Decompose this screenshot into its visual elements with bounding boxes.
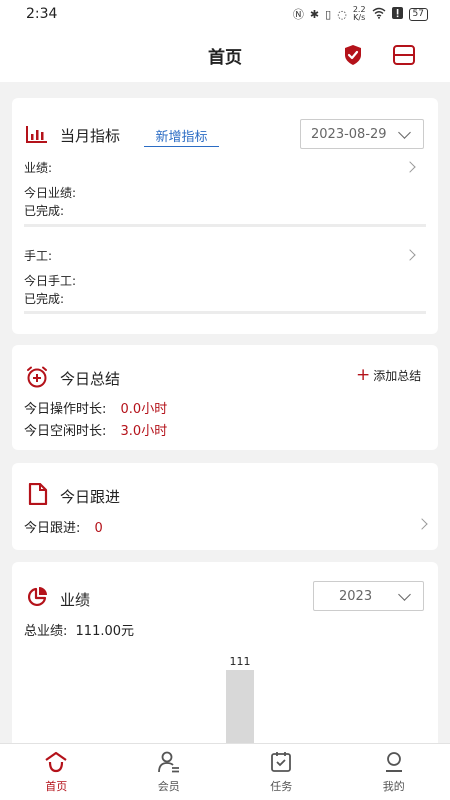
- date-selector[interactable]: 2023-08-29: [300, 119, 424, 149]
- chevron-right-icon: [404, 161, 416, 173]
- divider: [24, 311, 426, 314]
- scan-icon[interactable]: [392, 43, 416, 67]
- manual-label: 手工:: [24, 249, 53, 263]
- battery-indicator: 57: [408, 7, 428, 21]
- op-time-value: 0.0小时: [120, 402, 168, 417]
- sales-total-value: 111.00元: [75, 624, 135, 639]
- bar-chart-icon: [26, 125, 48, 147]
- op-time-row: 今日操作时长: 0.0小时: [24, 398, 167, 417]
- alert-icon: [391, 6, 403, 22]
- followup-count-label: 今日跟进:: [24, 521, 81, 536]
- alarm-clock-icon: [25, 365, 49, 393]
- followup-count-value: 0: [94, 521, 103, 536]
- sales-bar-label: 111: [230, 655, 251, 668]
- sales-bar: [226, 670, 254, 752]
- add-summary-button[interactable]: + 添加总结: [356, 367, 421, 384]
- manual-row[interactable]: 手工:: [12, 241, 438, 267]
- metrics-card: 当月指标 新增指标 2023-08-29 业绩: 今日业绩: 已完成: 手工: …: [12, 98, 438, 334]
- tab-task[interactable]: 任务: [225, 744, 338, 800]
- tab-home[interactable]: 首页: [0, 744, 113, 800]
- member-icon: [157, 751, 179, 772]
- sales-total-row: 总业绩: 111.00元: [24, 620, 134, 639]
- vibrate-icon: ▯: [325, 7, 332, 21]
- profile-icon: [385, 751, 402, 772]
- op-time-label: 今日操作时长:: [24, 402, 107, 417]
- tab-label: 我的: [382, 779, 405, 793]
- performance-row[interactable]: 业绩:: [12, 153, 438, 179]
- network-speed: 2.2 K/s: [352, 5, 366, 22]
- document-icon: [28, 482, 48, 509]
- chevron-right-icon: [416, 518, 428, 530]
- followup-title: 今日跟进: [60, 488, 121, 506]
- bluetooth-icon: ✱: [309, 7, 320, 21]
- tab-mine[interactable]: 我的: [338, 744, 450, 800]
- metrics-title: 当月指标: [60, 127, 121, 145]
- home-icon: [45, 751, 67, 772]
- status-time: 2:34: [26, 6, 58, 22]
- performance-completed-label: 已完成:: [24, 204, 65, 218]
- task-icon: [271, 751, 292, 772]
- followup-card[interactable]: 今日跟进 今日跟进: 0: [12, 463, 438, 550]
- add-metric-link[interactable]: 新增指标: [144, 126, 219, 147]
- page-title: 首页: [208, 47, 242, 68]
- today-performance-label: 今日业绩:: [24, 186, 77, 200]
- idle-time-row: 今日空闲时长: 3.0小时: [24, 420, 167, 439]
- idle-time-value: 3.0小时: [120, 424, 168, 439]
- plus-icon: +: [356, 365, 371, 385]
- performance-label: 业绩:: [24, 161, 53, 175]
- bottom-tab-bar: 首页 会员 任务 我的: [0, 743, 450, 800]
- chevron-down-icon: [398, 588, 411, 601]
- idle-time-label: 今日空闲时长:: [24, 424, 107, 439]
- tab-label: 任务: [270, 779, 293, 793]
- followup-count-row: 今日跟进: 0: [24, 517, 103, 536]
- date-value: 2023-08-29: [311, 126, 387, 142]
- sales-title: 业绩: [60, 591, 91, 609]
- status-icons: Ⓝ ✱ ▯ ◌ 2.2 K/s 57: [293, 6, 428, 22]
- divider: [24, 224, 426, 227]
- chevron-right-icon: [404, 249, 416, 261]
- status-bar: 2:34 Ⓝ ✱ ▯ ◌ 2.2 K/s 57: [0, 0, 450, 28]
- header: 首页: [0, 28, 450, 82]
- chevron-down-icon: [398, 126, 411, 139]
- sales-total-label: 总业绩:: [24, 624, 68, 639]
- mute-icon: ◌: [337, 7, 347, 21]
- summary-card: 今日总结 + 添加总结 今日操作时长: 0.0小时 今日空闲时长: 3.0小时: [12, 345, 438, 450]
- tab-label: 首页: [45, 779, 68, 793]
- wifi-icon: [372, 7, 386, 22]
- year-selector[interactable]: 2023: [313, 581, 424, 611]
- tab-label: 会员: [157, 779, 180, 793]
- sales-card: 业绩 2023 总业绩: 111.00元 111: [12, 562, 438, 752]
- today-manual-label: 今日手工:: [24, 274, 77, 288]
- nfc-icon: Ⓝ: [292, 8, 304, 21]
- add-summary-label: 添加总结: [373, 369, 422, 383]
- pie-chart-icon: [26, 586, 48, 612]
- sales-bar-chart: 111: [226, 655, 254, 752]
- tab-member[interactable]: 会员: [113, 744, 226, 800]
- verified-badge-icon[interactable]: [341, 43, 365, 67]
- manual-completed-label: 已完成:: [24, 292, 65, 306]
- year-value: 2023: [339, 588, 373, 604]
- summary-title: 今日总结: [60, 370, 121, 388]
